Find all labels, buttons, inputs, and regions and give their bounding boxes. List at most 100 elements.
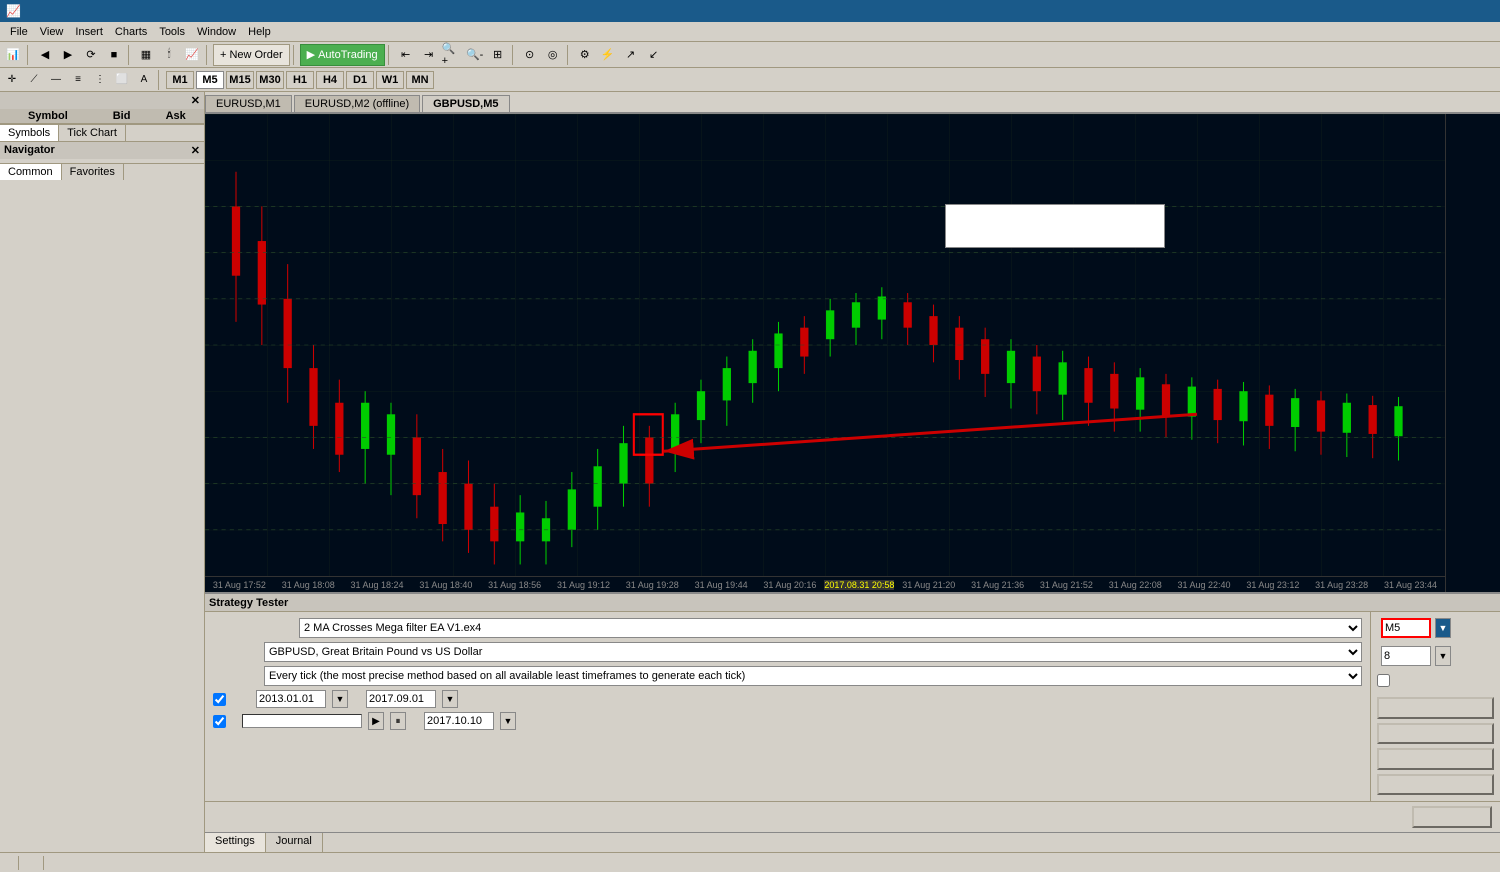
to-date-input[interactable] [366,690,436,708]
hline-button[interactable]: — [46,70,66,90]
expert2-button[interactable]: ⚡ [597,44,619,66]
forward-button[interactable]: ▶ [57,44,79,66]
market-watch-close[interactable]: ✕ [191,94,200,107]
crosshair-button[interactable]: ✛ [2,70,22,90]
expert-properties-button[interactable] [1377,697,1494,719]
tf-w1[interactable]: W1 [376,71,404,89]
back-button[interactable]: ◀ [34,44,56,66]
ea-dropdown[interactable]: 2 MA Crosses Mega filter EA V1.ex4 [299,618,1362,638]
indicators-button[interactable]: ⊙ [519,44,541,66]
symbol-dropdown[interactable]: GBPUSD, Great Britain Pound vs US Dollar [264,642,1362,662]
line-button[interactable]: ⟋ [24,70,44,90]
model-dropdown[interactable]: Every tick (the most precise method base… [264,666,1362,686]
window-title: 📈 [6,4,25,18]
chart-type-bar[interactable]: ▦ [135,44,157,66]
st-tab-settings[interactable]: Settings [205,833,266,852]
price-scale [1445,114,1500,592]
time-label-4: 31 Aug 18:40 [411,580,480,590]
period-spin-button[interactable]: ▼ [1435,618,1451,638]
visual-mode-checkbox[interactable] [213,715,226,728]
tab-gbpusd-m5[interactable]: GBPUSD,M5 [422,95,509,112]
menu-charts[interactable]: Charts [109,25,153,39]
channel-button[interactable]: ≡ [68,70,88,90]
time-label-13: 31 Aug 21:52 [1032,580,1101,590]
tool2[interactable]: ↙ [643,44,665,66]
sep5 [388,45,392,65]
strategy-tester-title: Strategy Tester [209,597,288,609]
expert-button[interactable]: ⚙ [574,44,596,66]
tf-m30[interactable]: M30 [256,71,284,89]
tf-h1[interactable]: H1 [286,71,314,89]
modify-expert-button[interactable] [1377,774,1494,796]
menu-help[interactable]: Help [242,25,277,39]
nav-tab-favorites[interactable]: Favorites [62,164,124,180]
period-input[interactable] [1381,618,1431,638]
time-label-1: 31 Aug 17:52 [205,580,274,590]
tf-h4[interactable]: H4 [316,71,344,89]
start-button[interactable] [1412,806,1492,828]
st-tabs: Settings Journal [205,832,1500,852]
skip-to-input[interactable] [424,712,494,730]
stop-button[interactable]: ■ [103,44,125,66]
menu-insert[interactable]: Insert [69,25,109,39]
open-chart-button[interactable] [1377,748,1494,770]
refresh-button[interactable]: ⟳ [80,44,102,66]
menu-view[interactable]: View [34,25,70,39]
autotrading-icon: ▶ [307,48,315,61]
mw-tab-symbols[interactable]: Symbols [0,125,59,141]
close-button[interactable] [1476,3,1494,19]
rect-button[interactable]: ⬜ [112,70,132,90]
zoom-out-button[interactable]: 🔍- [464,44,486,66]
sep6 [512,45,516,65]
new-order-button[interactable]: + New Order [213,44,290,66]
menu-window[interactable]: Window [191,25,242,39]
maximize-button[interactable] [1456,3,1474,19]
zoom-in-button[interactable]: 🔍+ [441,44,463,66]
spread-input[interactable] [1381,646,1431,666]
optimization-checkbox[interactable] [1377,674,1390,687]
from-date-input[interactable] [256,690,326,708]
visual-mode-slider[interactable] [242,714,362,728]
tf-mn[interactable]: MN [406,71,434,89]
to-calendar-button[interactable]: ▼ [442,690,458,708]
from-calendar-button[interactable]: ▼ [332,690,348,708]
col-bid: Bid [96,109,148,124]
tab-eurusd-m2[interactable]: EURUSD,M2 (offline) [294,95,420,112]
mw-tab-tickchart[interactable]: Tick Chart [59,125,126,141]
menu-tools[interactable]: Tools [153,25,191,39]
tab-eurusd-m1[interactable]: EURUSD,M1 [205,95,292,112]
st-tab-journal[interactable]: Journal [266,833,323,852]
tf-m5[interactable]: M5 [196,71,224,89]
minimize-button[interactable] [1436,3,1454,19]
menu-file[interactable]: File [4,25,34,39]
grid-button[interactable]: ⊞ [487,44,509,66]
time-label-17: 31 Aug 23:28 [1307,580,1376,590]
window-controls[interactable] [1436,3,1494,19]
play-button[interactable]: ▶ [368,712,384,730]
symbol-properties-button[interactable] [1377,723,1494,745]
spread-spin-button[interactable]: ▼ [1435,646,1451,666]
autotrading-button[interactable]: ▶ AutoTrading [300,44,385,66]
text-button[interactable]: A [134,70,154,90]
tf-m1[interactable]: M1 [166,71,194,89]
pause-button[interactable]: ⏸ [390,712,406,730]
chart-type-line[interactable]: 📈 [181,44,203,66]
chart-shift-button[interactable]: ⇤ [395,44,417,66]
fib-button[interactable]: ⋮ [90,70,110,90]
indicators2-button[interactable]: ◎ [542,44,564,66]
tool1[interactable]: ↗ [620,44,642,66]
strategy-tester: Strategy Tester 2 MA Crosses Mega filter… [205,592,1500,852]
order-icon: + [220,49,226,61]
time-label-10: 2017.08.31 20:58 [824,580,894,590]
tf-m15[interactable]: M15 [226,71,254,89]
skip-calendar-button[interactable]: ▼ [500,712,516,730]
tf-d1[interactable]: D1 [346,71,374,89]
autoscroll-button[interactable]: ⇥ [418,44,440,66]
chart-type-candle[interactable]: 🕯 [158,44,180,66]
use-date-checkbox[interactable] [213,693,226,706]
st-buttons: ▼ ▼ [1370,612,1500,801]
navigator-header: Navigator ✕ [0,142,204,159]
new-chart-button[interactable]: 📊 [2,44,24,66]
navigator-close[interactable]: ✕ [191,144,200,157]
nav-tab-common[interactable]: Common [0,164,62,180]
